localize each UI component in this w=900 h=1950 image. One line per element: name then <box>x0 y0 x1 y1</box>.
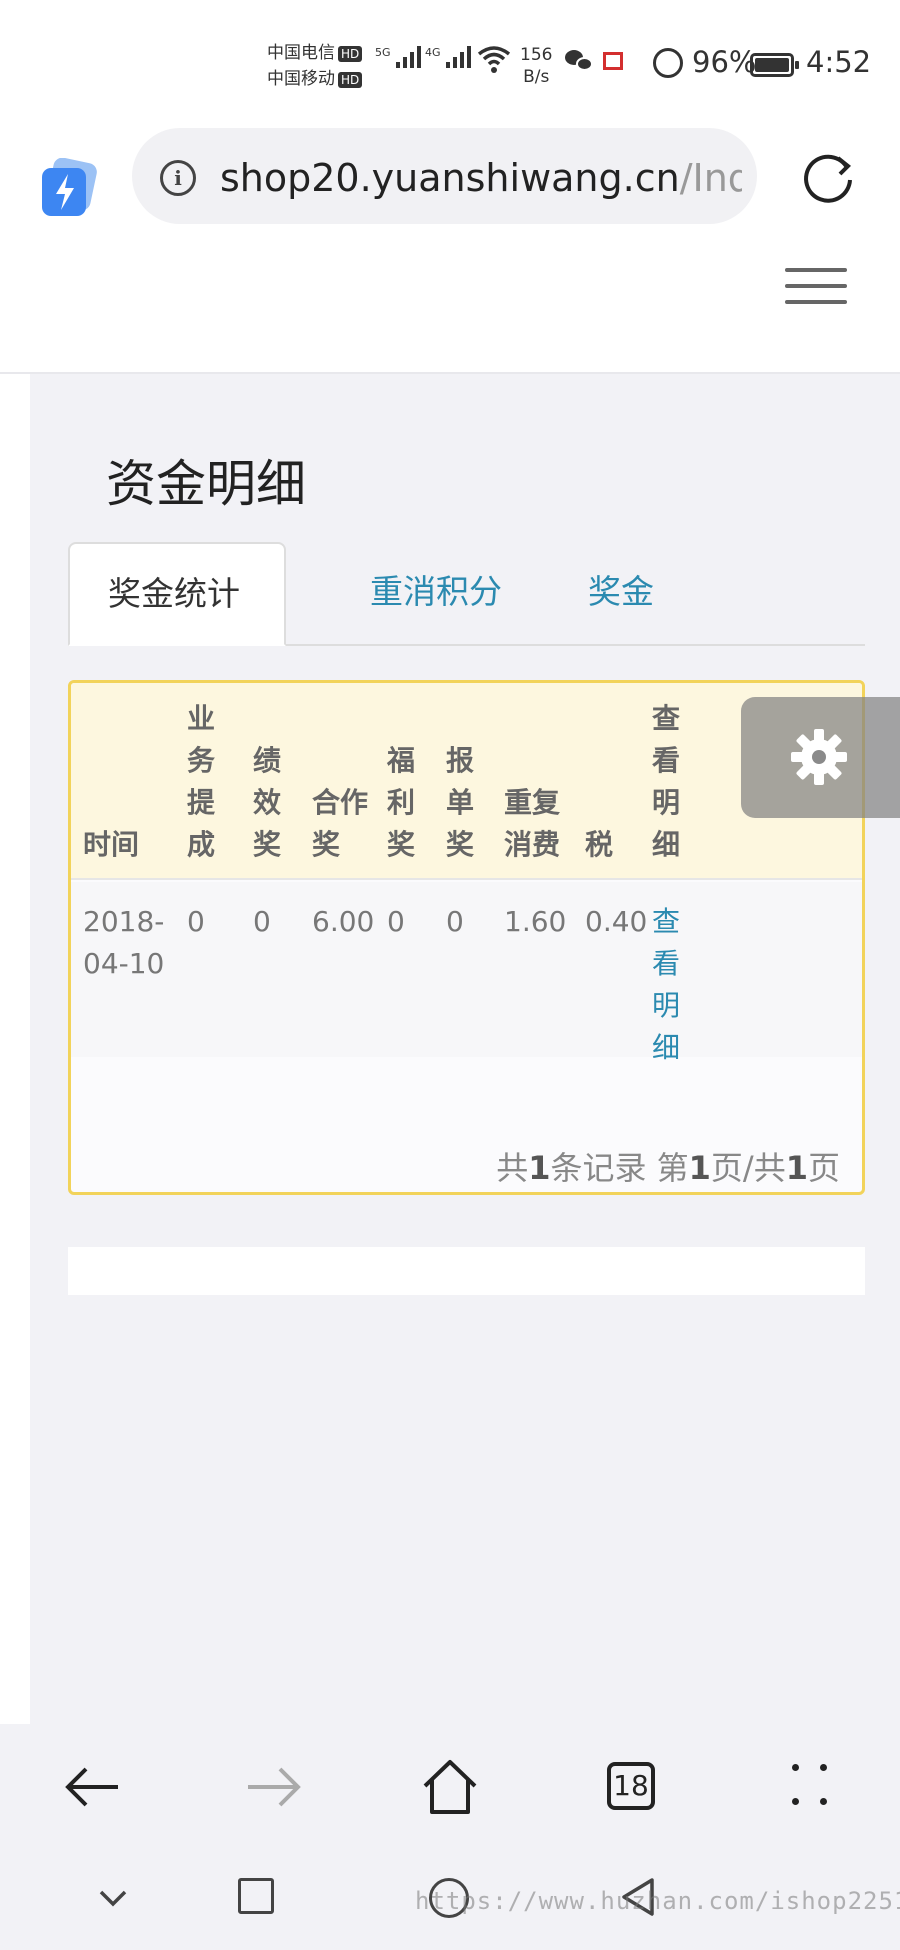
page-title: 资金明细 <box>106 455 306 513</box>
th-performance: 绩效奖 <box>253 744 282 861</box>
status-bar: 中国电信 HD 中国移动 HD 5G 4G 156 B/s 96% 4:52 <box>0 0 900 120</box>
cell-time: 2018-04-10 <box>83 905 165 980</box>
view-detail-link[interactable]: 查看明细 <box>652 901 682 1069</box>
clock: 4:52 <box>806 45 872 79</box>
speed-unit: B/s <box>523 67 550 87</box>
pagination-info: 共1条记录 第1页/共1页 <box>496 1143 840 1189</box>
pager-total-pages: 1 <box>785 1149 808 1187</box>
battery-icon <box>750 53 799 77</box>
pager-text-2: 条记录 第 <box>550 1149 689 1187</box>
speed-value: 156 <box>520 45 553 65</box>
pager-total-records: 1 <box>528 1149 551 1187</box>
pager-current-page: 1 <box>688 1149 711 1187</box>
nav-recents-icon[interactable] <box>238 1878 274 1914</box>
gear-icon <box>791 729 847 785</box>
tabs-count-button[interactable]: 18 <box>607 1762 655 1810</box>
alarm-icon <box>653 48 683 78</box>
browser-bolt-icon[interactable] <box>40 157 98 220</box>
cell-commission: 0 <box>187 905 205 938</box>
th-commission: 业务提成 <box>187 702 216 861</box>
th-tax: 税 <box>585 828 614 861</box>
hd-badge-1: HD <box>338 46 363 62</box>
hd-badge-2: HD <box>338 72 363 88</box>
back-arrow-icon[interactable] <box>58 1752 128 1822</box>
tab-bar: 奖金统计 重消积分 奖金 <box>68 542 865 646</box>
th-detail: 查看明细 <box>652 702 681 861</box>
nav-down-icon[interactable] <box>95 1880 131 1920</box>
url-host: shop20.yuanshiwang.cn <box>220 156 680 200</box>
forward-arrow-icon[interactable] <box>238 1752 308 1822</box>
signal-5g-icon: 5G <box>375 46 421 68</box>
wechat-icon <box>565 50 593 72</box>
mail-icon <box>603 52 623 70</box>
cell-performance: 0 <box>253 905 271 938</box>
settings-button[interactable] <box>741 697 900 818</box>
th-order: 报单奖 <box>446 744 475 861</box>
info-icon[interactable]: i <box>160 160 196 196</box>
reload-icon[interactable] <box>800 150 856 206</box>
th-cooperation: 合作奖 <box>312 786 369 861</box>
url-path: /Inde <box>679 156 742 200</box>
cell-welfare: 0 <box>387 905 405 938</box>
carrier-1: 中国电信 <box>267 43 335 63</box>
signal-4g-icon: 4G <box>425 46 471 68</box>
more-menu-icon[interactable] <box>790 1762 830 1808</box>
th-time: 时间 <box>83 828 140 861</box>
menu-icon[interactable] <box>785 268 847 308</box>
tab-bonus-stats[interactable]: 奖金统计 <box>68 542 286 646</box>
pager-text-4: 页 <box>807 1149 840 1187</box>
footer-strip <box>68 1247 865 1295</box>
signal-4g-label: 4G <box>425 46 441 59</box>
carrier-2: 中国移动 <box>267 69 335 89</box>
cell-order: 0 <box>446 905 464 938</box>
th-welfare: 福利奖 <box>387 744 416 861</box>
signal-5g-label: 5G <box>375 46 391 59</box>
pager-text-3: 页/共 <box>710 1149 786 1187</box>
battery-percent: 96% <box>692 45 757 79</box>
cell-cooperation: 6.00 <box>312 905 375 938</box>
th-repeat-consume: 重复消费 <box>504 786 561 861</box>
network-speed: 156 B/s <box>520 44 552 88</box>
tab-bonus[interactable]: 奖金 <box>550 542 692 646</box>
tab-repeat-points[interactable]: 重消积分 <box>332 542 540 646</box>
home-icon[interactable] <box>415 1752 485 1822</box>
carrier-info: 中国电信 HD 中国移动 HD <box>267 40 363 92</box>
wifi-icon <box>477 44 511 82</box>
url-text[interactable]: shop20.yuanshiwang.cn/Inde <box>220 156 742 200</box>
watermark: https://www.huzhan.com/ishop22512 <box>415 1887 900 1915</box>
cell-repeat-consume: 1.60 <box>504 905 567 938</box>
pager-text-1: 共 <box>496 1149 529 1187</box>
cell-tax: 0.40 <box>585 905 648 938</box>
